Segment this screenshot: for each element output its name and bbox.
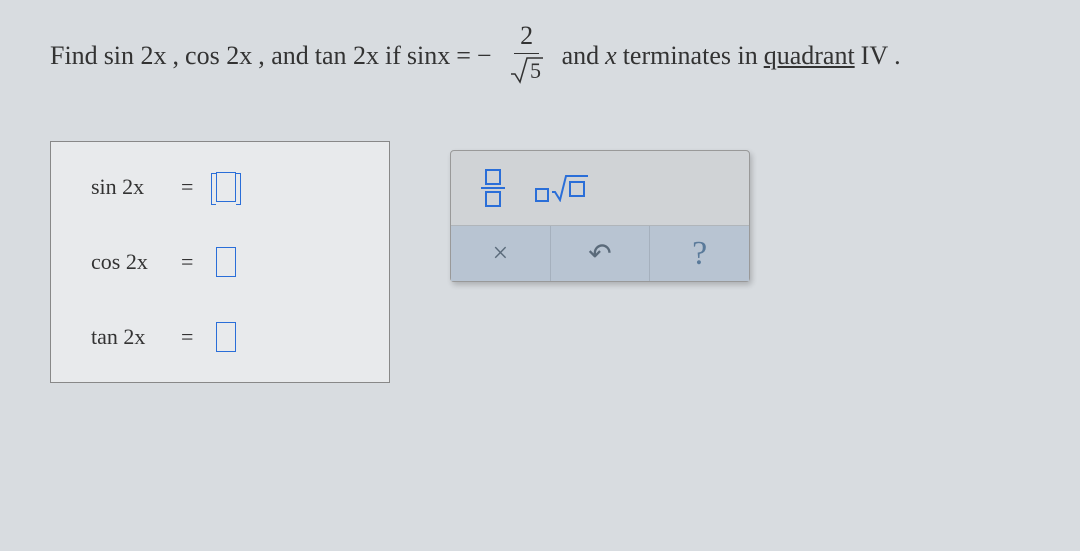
q-comma2: , and bbox=[258, 41, 309, 71]
fraction-denominator-box bbox=[485, 191, 501, 207]
svg-text:5: 5 bbox=[530, 58, 541, 83]
undo-icon: ↶ bbox=[588, 237, 611, 271]
sqrt-icon: 5 bbox=[510, 56, 544, 84]
q-terminates: terminates in bbox=[623, 41, 758, 71]
close-icon: × bbox=[492, 238, 508, 270]
q-neg: − bbox=[477, 41, 492, 71]
q-expr3: tan 2x bbox=[315, 41, 379, 71]
q-prefix: Find bbox=[50, 41, 98, 71]
toolbox-templates bbox=[451, 151, 749, 225]
q-denominator: 5 bbox=[504, 54, 550, 91]
q-if: if bbox=[385, 41, 401, 71]
clear-button[interactable]: × bbox=[451, 226, 551, 281]
q-numerator: 2 bbox=[514, 20, 539, 54]
input-tan2x[interactable] bbox=[216, 322, 236, 352]
q-quadrant-num: IV bbox=[861, 41, 888, 71]
q-quadrant-word: quadrant bbox=[764, 41, 855, 71]
undo-button[interactable]: ↶ bbox=[551, 226, 651, 281]
answer-box: sin 2x = cos 2x = tan 2x = bbox=[50, 141, 390, 383]
label-cos2x: cos 2x bbox=[91, 249, 161, 275]
q-x: x bbox=[605, 41, 617, 71]
sqrt-icon bbox=[551, 174, 589, 202]
q-and: and bbox=[562, 41, 600, 71]
q-comma1: , bbox=[173, 41, 180, 71]
answer-row-sin: sin 2x = bbox=[91, 172, 349, 202]
q-expr2: cos 2x bbox=[185, 41, 252, 71]
input-cos2x[interactable] bbox=[216, 247, 236, 277]
fraction-line bbox=[481, 187, 505, 189]
help-icon: ? bbox=[692, 235, 707, 273]
answer-row-cos: cos 2x = bbox=[91, 247, 349, 277]
sqrt-tool[interactable] bbox=[535, 174, 589, 202]
fraction-tool[interactable] bbox=[481, 169, 505, 207]
input-sin2x[interactable] bbox=[216, 172, 236, 202]
fraction-numerator-box bbox=[485, 169, 501, 185]
toolbox-actions: × ↶ ? bbox=[451, 225, 749, 281]
sqrt-index-box bbox=[535, 188, 549, 202]
answer-row-tan: tan 2x = bbox=[91, 322, 349, 352]
equals-sign: = bbox=[181, 324, 196, 350]
label-sin2x: sin 2x bbox=[91, 174, 161, 200]
q-fraction: 2 5 bbox=[504, 20, 550, 91]
q-period: . bbox=[894, 41, 901, 71]
question-text: Find sin 2x, cos 2x, and tan 2x if sinx … bbox=[50, 20, 1030, 91]
q-expr1: sin 2x bbox=[104, 41, 167, 71]
equals-sign: = bbox=[181, 249, 196, 275]
q-equals: = bbox=[456, 41, 471, 71]
math-toolbox: × ↶ ? bbox=[450, 150, 750, 282]
equals-sign: = bbox=[181, 174, 196, 200]
q-given-lhs: sinx bbox=[407, 41, 450, 71]
label-tan2x: tan 2x bbox=[91, 324, 161, 350]
help-button[interactable]: ? bbox=[650, 226, 749, 281]
